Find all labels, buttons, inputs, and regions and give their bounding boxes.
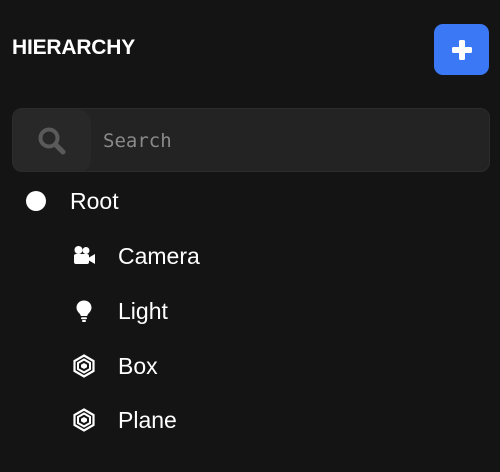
tree-item-root[interactable]: Root bbox=[24, 181, 119, 221]
hierarchy-panel: HIERARCHY Root bbox=[0, 0, 500, 472]
tree-item-label: Light bbox=[118, 297, 168, 324]
lightbulb-icon bbox=[72, 299, 96, 323]
circle-dot-icon bbox=[24, 189, 48, 213]
tree-item-label: Root bbox=[70, 187, 119, 214]
video-camera-icon bbox=[72, 244, 96, 268]
panel-title: HIERARCHY bbox=[12, 36, 136, 59]
search-icon-container bbox=[13, 109, 91, 171]
hexagon-mesh-icon bbox=[72, 408, 96, 432]
tree-item-plane[interactable]: Plane bbox=[72, 400, 177, 440]
search-input[interactable] bbox=[103, 109, 483, 171]
tree-item-label: Plane bbox=[118, 406, 177, 433]
tree-item-label: Box bbox=[118, 352, 158, 379]
tree-item-box[interactable]: Box bbox=[72, 346, 158, 386]
tree-item-light[interactable]: Light bbox=[72, 291, 168, 331]
tree-item-label: Camera bbox=[118, 242, 200, 269]
search-icon bbox=[38, 127, 66, 155]
hexagon-mesh-icon bbox=[72, 354, 96, 378]
plus-icon bbox=[451, 39, 472, 60]
add-object-button[interactable] bbox=[434, 24, 489, 75]
search-box bbox=[12, 108, 490, 172]
tree-item-camera[interactable]: Camera bbox=[72, 236, 200, 276]
